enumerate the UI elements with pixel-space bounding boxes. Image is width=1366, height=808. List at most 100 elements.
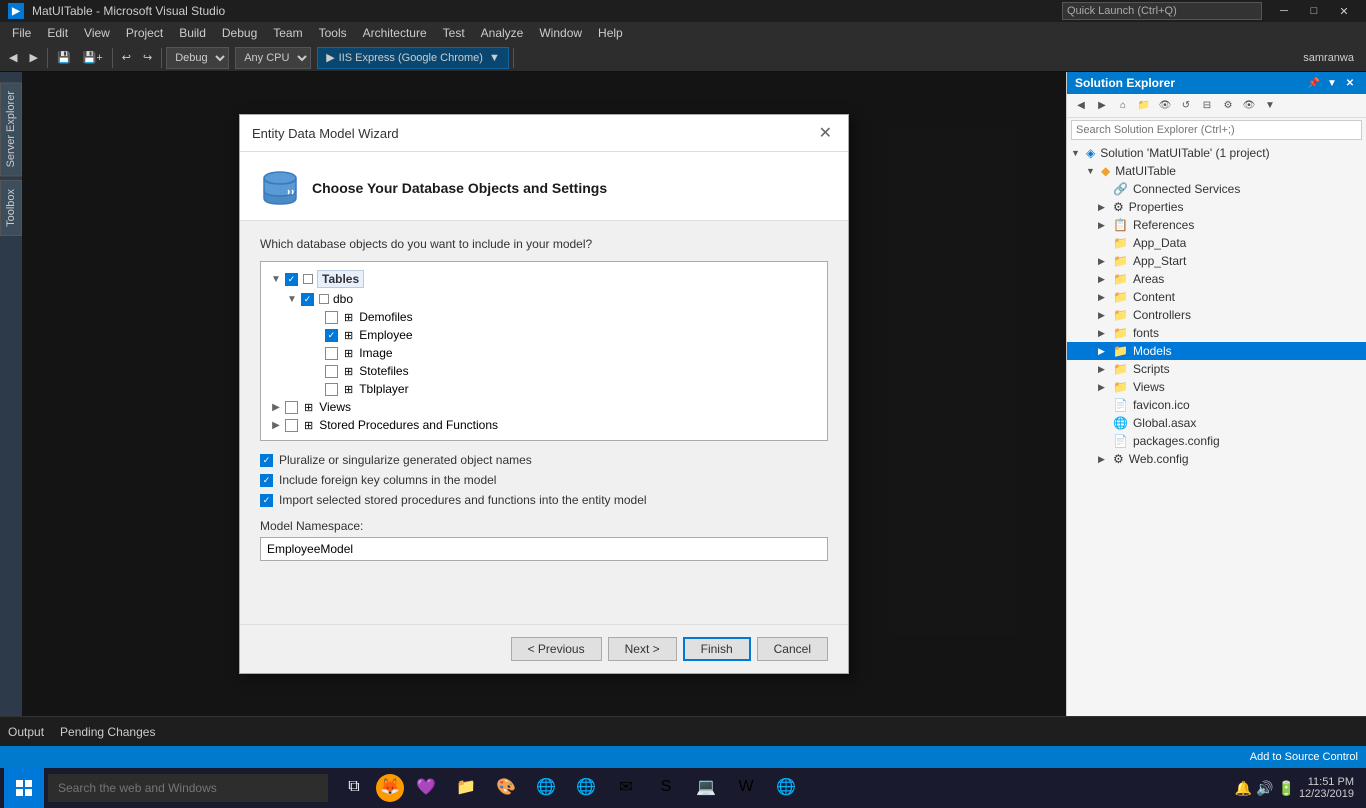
toolbar-save-btn[interactable]: 💾 — [52, 47, 76, 69]
image-checkbox[interactable] — [325, 347, 338, 360]
se-favicon-row[interactable]: 📄 favicon.ico — [1067, 396, 1366, 414]
taskbar-chrome2[interactable]: 🌐 — [768, 770, 804, 806]
taskbar-word[interactable]: W — [728, 770, 764, 806]
taskbar-mail[interactable]: ✉ — [608, 770, 644, 806]
views-expand-btn[interactable]: ▶ — [271, 402, 281, 413]
previous-button[interactable]: < Previous — [511, 637, 602, 661]
se-scripts-row[interactable]: ▶ 📁 Scripts — [1067, 360, 1366, 378]
toolbar-forward-btn[interactable]: ▶ — [24, 47, 42, 69]
toolbar-back-btn[interactable]: ◀ — [4, 47, 22, 69]
toolbar-redo-btn[interactable]: ↪ — [138, 47, 157, 69]
taskbar-vs[interactable]: 💜 — [408, 770, 444, 806]
tables-label[interactable]: Tables — [317, 270, 364, 288]
tree-tables-row[interactable]: ▼ ✓ Tables — [267, 268, 821, 290]
se-pin-btn[interactable]: 📌 — [1306, 75, 1322, 91]
taskbar-ie[interactable]: 🌐 — [528, 770, 564, 806]
menu-file[interactable]: File — [4, 24, 39, 42]
se-appdata-row[interactable]: 📁 App_Data — [1067, 234, 1366, 252]
se-props-btn[interactable]: ⚙ — [1218, 96, 1238, 116]
se-properties-row[interactable]: ▶ ⚙ Properties — [1067, 198, 1366, 216]
taskbar-vscode[interactable]: 💻 — [688, 770, 724, 806]
se-appstart-row[interactable]: ▶ 📁 App_Start — [1067, 252, 1366, 270]
se-project-row[interactable]: ▼ ◆ MatUITable — [1067, 162, 1366, 180]
pending-changes-tab[interactable]: Pending Changes — [60, 721, 155, 743]
taskbar-task-view[interactable]: ⧉ — [336, 770, 372, 806]
menu-view[interactable]: View — [76, 24, 118, 42]
demofiles-checkbox[interactable] — [325, 311, 338, 324]
se-globalasax-row[interactable]: 🌐 Global.asax — [1067, 414, 1366, 432]
se-show-all-btn[interactable]: 👁 — [1155, 96, 1175, 116]
finish-button[interactable]: Finish — [683, 637, 751, 661]
tree-image[interactable]: ⊞ Image — [267, 344, 821, 362]
tree-views-row[interactable]: ▶ ⊞ Views — [267, 398, 821, 416]
menu-test[interactable]: Test — [435, 24, 473, 42]
namespace-input[interactable] — [260, 537, 828, 561]
tree-dbo-row[interactable]: ▼ ✓ dbo — [267, 290, 821, 308]
stotefiles-checkbox[interactable] — [325, 365, 338, 378]
dbo-checkbox[interactable]: ✓ — [301, 293, 314, 306]
server-explorer-tab[interactable]: Server Explorer — [0, 82, 22, 176]
se-views-row[interactable]: ▶ 📁 Views — [1067, 378, 1366, 396]
se-new-folder-btn[interactable]: 📁 — [1134, 96, 1154, 116]
tree-stored-row[interactable]: ▶ ⊞ Stored Procedures and Functions — [267, 416, 821, 434]
taskbar-search-input[interactable] — [48, 774, 328, 802]
menu-debug[interactable]: Debug — [214, 24, 265, 42]
views-checkbox[interactable] — [285, 401, 298, 414]
importstored-checkbox[interactable]: ✓ — [260, 494, 273, 507]
se-references-row[interactable]: ▶ 📋 References — [1067, 216, 1366, 234]
dbo-expand-btn[interactable]: ▼ — [287, 294, 297, 305]
menu-edit[interactable]: Edit — [39, 24, 76, 42]
tables-expand-btn[interactable]: ▼ — [271, 274, 281, 285]
tree-stotefiles[interactable]: ⊞ Stotefiles — [267, 362, 821, 380]
debug-config-dropdown[interactable]: Debug — [166, 47, 229, 69]
se-controllers-row[interactable]: ▶ 📁 Controllers — [1067, 306, 1366, 324]
menu-tools[interactable]: Tools — [311, 24, 355, 42]
menu-analyze[interactable]: Analyze — [473, 24, 532, 42]
taskbar-clock[interactable]: 11:51 PM 12/23/2019 — [1299, 776, 1354, 800]
tree-container[interactable]: ▼ ✓ Tables ▼ ✓ dbo — [260, 261, 828, 441]
se-close-btn[interactable]: ✕ — [1342, 75, 1358, 91]
output-tab[interactable]: Output — [8, 721, 44, 743]
menu-window[interactable]: Window — [531, 24, 590, 42]
tree-demofiles[interactable]: ⊞ Demofiles — [267, 308, 821, 326]
se-search-input[interactable] — [1071, 120, 1362, 140]
se-forward-btn[interactable]: ▶ — [1092, 96, 1112, 116]
se-home-btn[interactable]: ⌂ — [1113, 96, 1133, 116]
cancel-button[interactable]: Cancel — [757, 637, 828, 661]
se-connected-row[interactable]: 🔗 Connected Services — [1067, 180, 1366, 198]
se-models-row[interactable]: ▶ 📁 Models — [1067, 342, 1366, 360]
close-window-button[interactable]: ✕ — [1330, 0, 1358, 22]
toolbar-save-all-btn[interactable]: 💾+ — [78, 47, 108, 69]
se-solution-row[interactable]: ▼ ◈ Solution 'MatUITable' (1 project) — [1067, 144, 1366, 162]
pluralize-checkbox[interactable]: ✓ — [260, 454, 273, 467]
stored-expand-btn[interactable]: ▶ — [271, 420, 281, 431]
se-packages-row[interactable]: 📄 packages.config — [1067, 432, 1366, 450]
se-dropdown-btn[interactable]: ▼ — [1324, 75, 1340, 91]
tables-checkbox[interactable]: ✓ — [285, 273, 298, 286]
taskbar-explorer[interactable]: 📁 — [448, 770, 484, 806]
menu-team[interactable]: Team — [265, 24, 310, 42]
maximize-button[interactable]: □ — [1300, 0, 1328, 22]
se-back-btn[interactable]: ◀ — [1071, 96, 1091, 116]
next-button[interactable]: Next > — [608, 637, 677, 661]
se-webconfig-row[interactable]: ▶ ⚙ Web.config — [1067, 450, 1366, 468]
taskbar-paint[interactable]: 🎨 — [488, 770, 524, 806]
menu-build[interactable]: Build — [171, 24, 214, 42]
taskbar-skype[interactable]: S — [648, 770, 684, 806]
tblplayer-checkbox[interactable] — [325, 383, 338, 396]
cpu-dropdown[interactable]: Any CPU — [235, 47, 311, 69]
run-button[interactable]: ▶ IIS Express (Google Chrome) ▼ — [317, 47, 509, 69]
menu-project[interactable]: Project — [118, 24, 171, 42]
start-button[interactable] — [4, 768, 44, 808]
stored-checkbox[interactable] — [285, 419, 298, 432]
minimize-button[interactable]: ─ — [1270, 0, 1298, 22]
taskbar-chrome[interactable]: 🌐 — [568, 770, 604, 806]
se-collapse-btn[interactable]: ⊟ — [1197, 96, 1217, 116]
add-to-source-control[interactable]: Add to Source Control — [1250, 751, 1358, 763]
menu-help[interactable]: Help — [590, 24, 631, 42]
foreignkey-checkbox[interactable]: ✓ — [260, 474, 273, 487]
quick-launch-bar[interactable]: Quick Launch (Ctrl+Q) — [1062, 2, 1262, 20]
se-content-row[interactable]: ▶ 📁 Content — [1067, 288, 1366, 306]
se-fonts-row[interactable]: ▶ 📁 fonts — [1067, 324, 1366, 342]
toolbox-tab[interactable]: Toolbox — [0, 180, 22, 236]
